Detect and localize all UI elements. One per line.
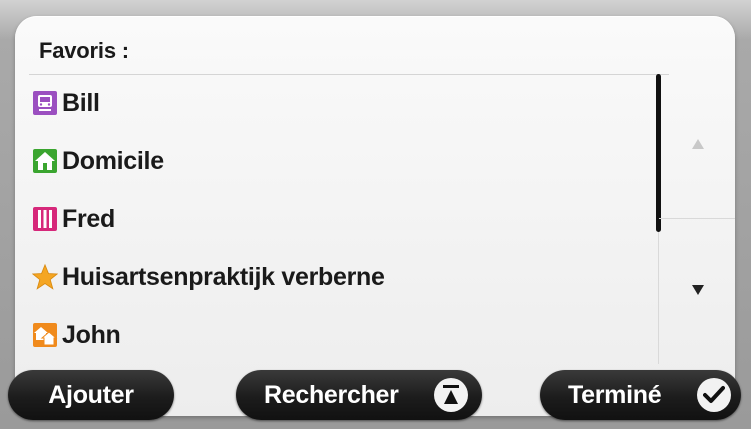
arrow-up-icon	[691, 137, 705, 155]
done-button[interactable]: Terminé	[540, 370, 741, 420]
checkmark-icon	[697, 378, 731, 412]
home-icon	[32, 148, 58, 174]
list-item[interactable]: Bill	[32, 74, 652, 132]
search-button-label: Rechercher	[264, 380, 399, 409]
favorites-header: Favoris :	[39, 38, 129, 63]
done-button-label: Terminé	[568, 380, 662, 409]
list-item-label: Bill	[62, 88, 100, 117]
list-item-label: John	[62, 320, 121, 349]
arrow-down-icon	[691, 283, 705, 301]
list-item[interactable]: Fred	[32, 190, 652, 248]
house-icon	[32, 322, 58, 348]
search-button[interactable]: Rechercher	[236, 370, 482, 420]
favorites-panel: Favoris : Bill Domicile Fred Huisartsenp…	[15, 16, 735, 416]
list-item-label: Huisartsenpraktijk verberne	[62, 262, 385, 291]
scroll-up-button[interactable]	[659, 74, 735, 218]
add-button[interactable]: Ajouter	[8, 370, 174, 420]
train-station-icon	[32, 90, 58, 116]
parking-icon	[32, 206, 58, 232]
keyboard-toggle-icon	[434, 378, 468, 412]
list-item-label: Fred	[62, 204, 115, 233]
list-item-label: Domicile	[62, 146, 164, 175]
list-item[interactable]: John	[32, 306, 652, 364]
scrollbar[interactable]	[656, 74, 735, 364]
favorites-list: Bill Domicile Fred Huisartsenpraktijk ve…	[32, 74, 652, 364]
scroll-down-button[interactable]	[659, 219, 735, 364]
add-button-label: Ajouter	[48, 380, 134, 409]
star-icon	[32, 263, 58, 290]
list-item[interactable]: Huisartsenpraktijk verberne	[32, 248, 652, 306]
list-item[interactable]: Domicile	[32, 132, 652, 190]
